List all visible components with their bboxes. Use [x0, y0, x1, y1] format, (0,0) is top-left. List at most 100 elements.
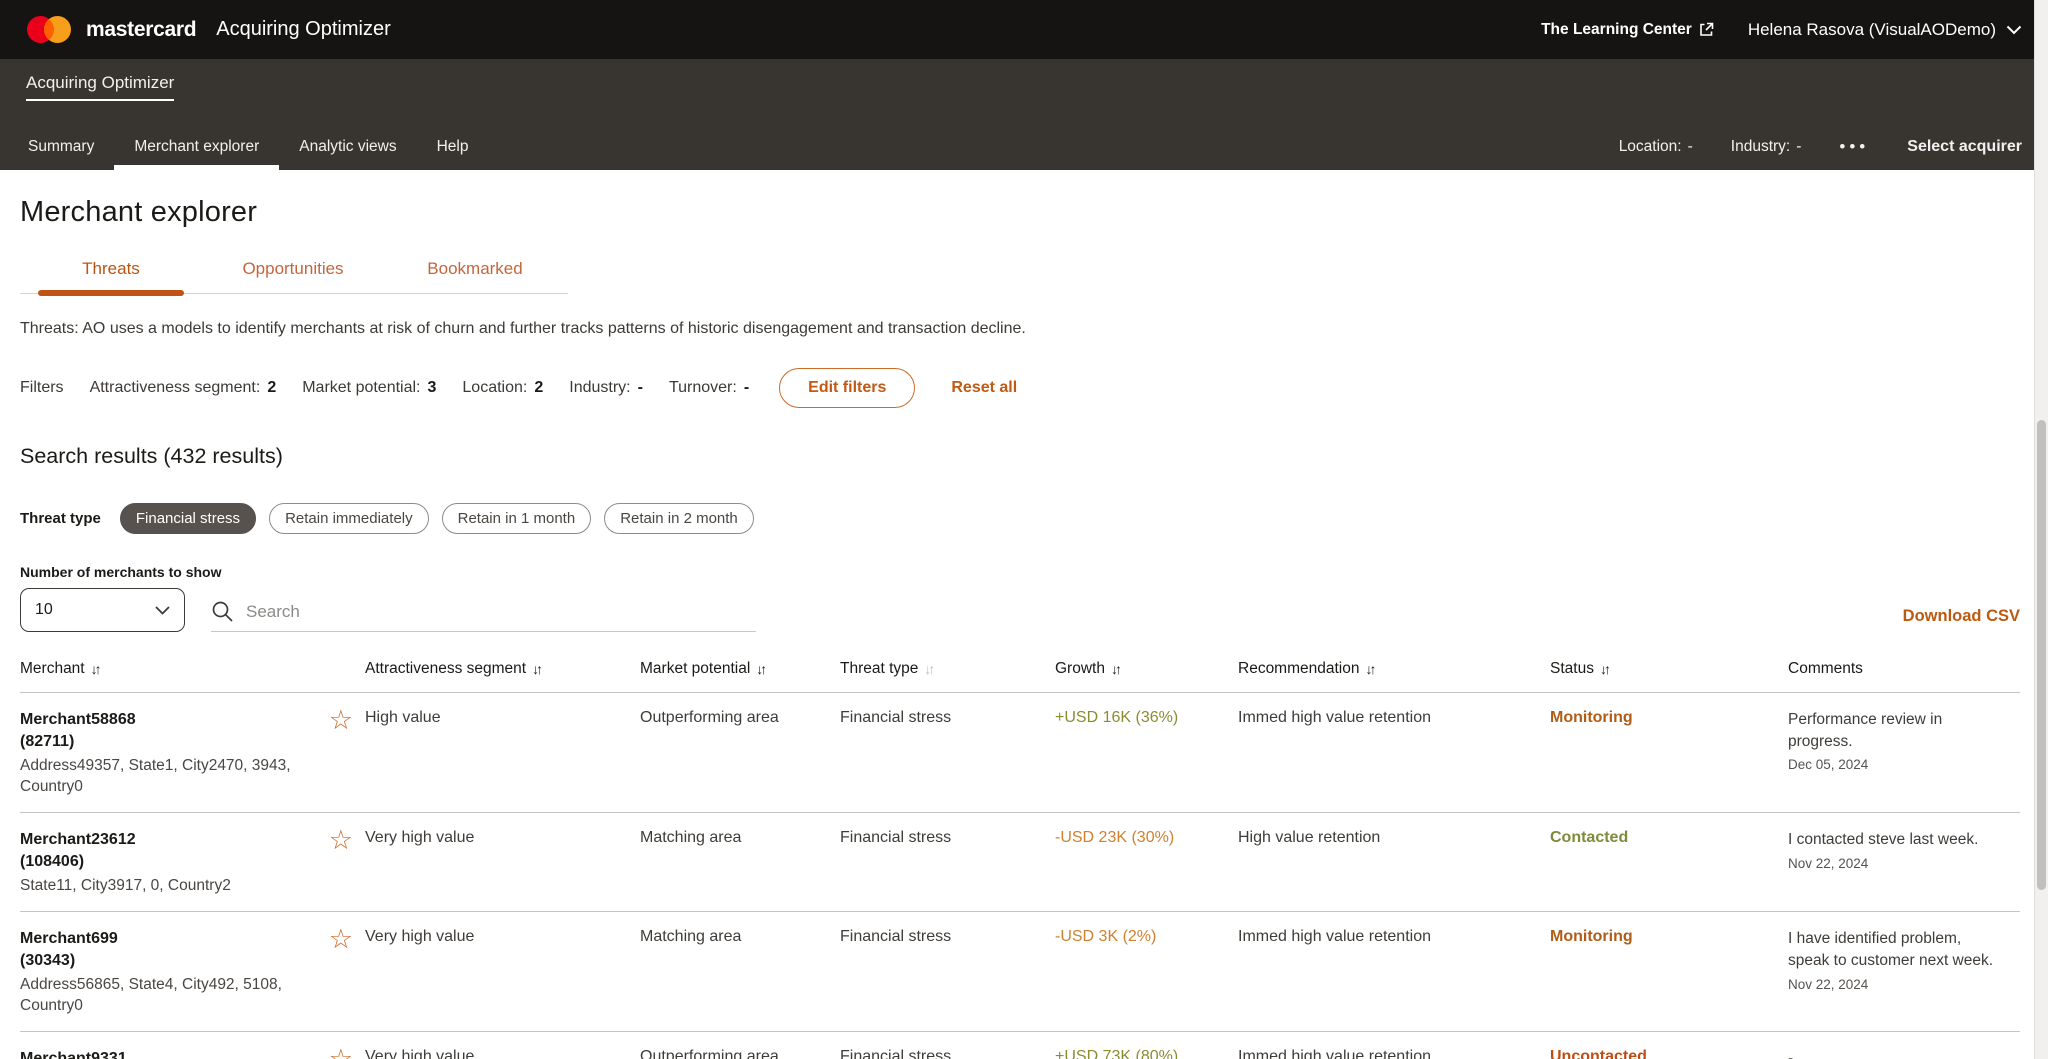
filter-summary-item: Industry:- [569, 379, 643, 397]
column-header[interactable]: Comments [1788, 660, 2020, 678]
bookmark-star-icon[interactable]: ☆ [329, 1046, 353, 1059]
sort-icon: ↓↑ [532, 661, 540, 677]
column-header[interactable]: Merchant ↓↑ [20, 660, 365, 678]
learning-center-link[interactable]: The Learning Center [1541, 21, 1714, 39]
sort-icon: ↓↑ [1111, 661, 1119, 677]
nav-item-summary[interactable]: Summary [26, 124, 96, 170]
sort-icon: ↓↑ [756, 661, 764, 677]
filter-summary-item: Turnover:- [669, 379, 749, 397]
nav-item-merchant-explorer[interactable]: Merchant explorer [132, 124, 261, 170]
app-title: Acquiring Optimizer [216, 18, 391, 41]
status-value: Contacted [1550, 829, 1788, 897]
tab-opportunities[interactable]: Opportunities [202, 259, 384, 293]
column-header[interactable]: Market potential ↓↑ [640, 660, 840, 678]
merchant-id: (108406) [20, 851, 231, 873]
threat-type-chip[interactable]: Retain immediately [269, 503, 429, 534]
attractiveness-segment: Very high value [365, 829, 640, 897]
recommendation: Immed high value retention [1238, 928, 1550, 1017]
threat-type-label: Threat type [20, 510, 101, 527]
top-header: mastercard Acquiring Optimizer The Learn… [0, 0, 2048, 59]
merchant-id: (30343) [20, 950, 310, 972]
table-row[interactable]: Merchant58868 (82711) Address49357, Stat… [20, 692, 2020, 812]
search-input[interactable] [246, 602, 756, 622]
filter-summary-item: Attractiveness segment:2 [90, 379, 277, 397]
threat-type-chips: Financial stress Retain immediately Reta… [120, 503, 754, 534]
merchants-count-select[interactable]: 10 [20, 588, 185, 632]
column-header[interactable]: Recommendation ↓↑ [1238, 660, 1550, 678]
table-row[interactable]: Merchant23612 (108406) State11, City3917… [20, 812, 2020, 911]
threat-type: Financial stress [840, 928, 1055, 1017]
page-tabs: Threats Opportunities Bookmarked [20, 259, 568, 294]
threat-type: Financial stress [840, 829, 1055, 897]
merchant-name: Merchant9331 [20, 1048, 310, 1059]
attractiveness-segment: Very high value [365, 928, 640, 1017]
table-row[interactable]: Merchant9331 (70496) Address8892, State3… [20, 1031, 2020, 1059]
threat-type-chip[interactable]: Retain in 1 month [442, 503, 592, 534]
table-row[interactable]: Merchant699 (30343) Address56865, State4… [20, 911, 2020, 1031]
market-potential: Outperforming area [640, 1048, 840, 1059]
comment-text: Performance review in progress. [1788, 709, 2002, 752]
main-content: Merchant explorer Threats Opportunities … [0, 196, 2048, 1059]
overflow-menu-button[interactable]: ••• [1839, 137, 1869, 157]
comment-text: I contacted steve last week. [1788, 829, 2002, 851]
column-header[interactable]: Attractiveness segment ↓↑ [365, 660, 640, 678]
reset-all-button[interactable]: Reset all [951, 379, 1017, 397]
vertical-scrollbar[interactable] [2034, 0, 2048, 1059]
nav-item-analytic-views[interactable]: Analytic views [297, 124, 398, 170]
attractiveness-segment: High value [365, 709, 640, 798]
download-csv-link[interactable]: Download CSV [1903, 607, 2020, 626]
brand-block: mastercard Acquiring Optimizer [26, 15, 391, 44]
learning-center-label: The Learning Center [1541, 21, 1692, 39]
merchant-name: Merchant23612 [20, 829, 231, 851]
bookmark-star-icon[interactable]: ☆ [329, 926, 353, 953]
chevron-down-icon [2006, 25, 2022, 35]
nav-location-filter[interactable]: Location:- [1619, 138, 1693, 156]
threat-type-row: Threat type Financial stress Retain imme… [20, 503, 2020, 534]
growth-value: -USD 23K (30%) [1055, 829, 1238, 897]
filter-items: Attractiveness segment:2 Market potentia… [90, 379, 750, 397]
recommendation: Immed high value retention [1238, 1048, 1550, 1059]
comments-cell: - [1788, 1048, 2020, 1059]
table-body: Merchant58868 (82711) Address49357, Stat… [20, 692, 2020, 1059]
recommendation: Immed high value retention [1238, 709, 1550, 798]
growth-value: -USD 3K (2%) [1055, 928, 1238, 1017]
merchants-count-label: Number of merchants to show [20, 564, 2020, 580]
external-link-icon [1699, 22, 1714, 37]
threat-type-chip[interactable]: Financial stress [120, 503, 256, 534]
merchant-name: Merchant58868 [20, 709, 310, 731]
comment-date: Nov 22, 2024 [1788, 977, 2002, 992]
user-menu[interactable]: Helena Rasova (VisualAODemo) [1748, 20, 2022, 40]
comment-date: Dec 05, 2024 [1788, 757, 2002, 772]
edit-filters-button[interactable]: Edit filters [779, 368, 915, 408]
filters-label: Filters [20, 379, 64, 397]
bookmark-star-icon[interactable]: ☆ [329, 707, 353, 734]
comments-cell: I contacted steve last week. Nov 22, 202… [1788, 829, 2020, 897]
nav-item-help[interactable]: Help [435, 124, 471, 170]
merchant-address: State11, City3917, 0, Country2 [20, 876, 231, 897]
threats-description: Threats: AO uses a models to identify me… [20, 320, 2020, 338]
status-value: Monitoring [1550, 928, 1788, 1017]
bookmark-star-icon[interactable]: ☆ [329, 827, 353, 854]
tab-bookmarked[interactable]: Bookmarked [384, 259, 566, 293]
column-header[interactable]: Threat type ↓↑ [840, 660, 1055, 678]
growth-value: +USD 73K (80%) [1055, 1048, 1238, 1059]
merchant-id: (82711) [20, 731, 310, 753]
select-acquirer-button[interactable]: Select acquirer [1907, 138, 2022, 156]
results-heading: Search results (432 results) [20, 444, 2020, 469]
tab-threats[interactable]: Threats [20, 259, 202, 293]
growth-value: +USD 16K (36%) [1055, 709, 1238, 798]
merchant-name: Merchant699 [20, 928, 310, 950]
column-header[interactable]: Status ↓↑ [1550, 660, 1788, 678]
merchant-address: Address49357, State1, City2470, 3943, Co… [20, 756, 310, 798]
filter-summary-item: Location:2 [462, 379, 543, 397]
column-header[interactable]: Growth ↓↑ [1055, 660, 1238, 678]
search-field [211, 600, 756, 632]
search-icon [211, 600, 234, 623]
merchant-address: Address56865, State4, City492, 5108, Cou… [20, 975, 310, 1017]
product-tab-acquiring-optimizer[interactable]: Acquiring Optimizer [26, 73, 174, 101]
threat-type-chip[interactable]: Retain in 2 month [604, 503, 754, 534]
nav-industry-filter[interactable]: Industry:- [1731, 138, 1802, 156]
sort-icon: ↓↑ [924, 661, 932, 677]
scrollbar-thumb[interactable] [2037, 420, 2046, 890]
page-title: Merchant explorer [20, 196, 2020, 229]
